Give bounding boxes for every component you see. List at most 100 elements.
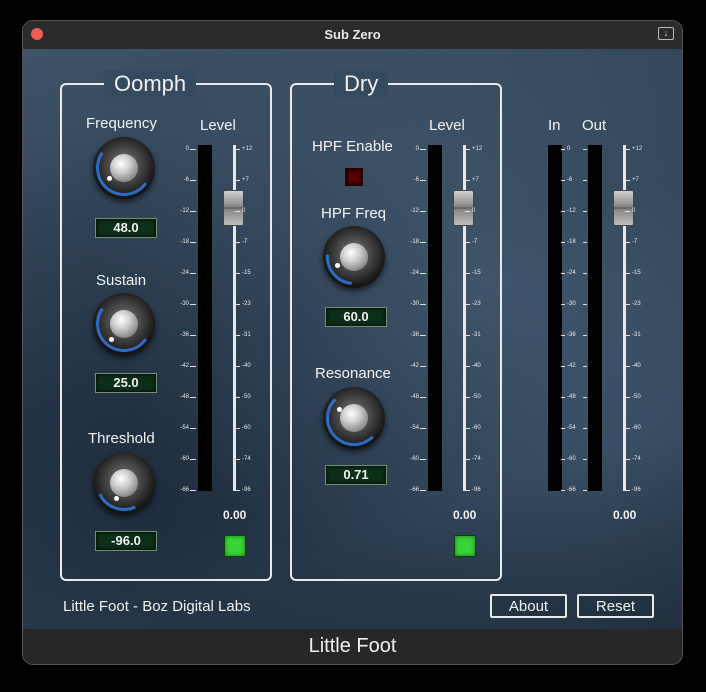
frequency-value[interactable]: 48.0 xyxy=(95,218,157,238)
scale-label: -50 xyxy=(242,394,251,400)
scale-label: -60 xyxy=(567,456,576,462)
scale-tick xyxy=(235,428,240,429)
scale-tick xyxy=(420,149,426,150)
scale-label: -74 xyxy=(242,456,251,462)
scale-tick xyxy=(583,211,587,212)
scale-tick xyxy=(465,428,470,429)
scale-tick xyxy=(465,273,470,274)
scale-tick xyxy=(420,428,426,429)
scale-tick xyxy=(420,397,426,398)
scale-label: -96 xyxy=(632,487,641,493)
dry-title: Dry xyxy=(334,71,389,97)
dry-group: Dry xyxy=(290,71,502,581)
out-level-value: 0.00 xyxy=(613,508,637,522)
scale-tick xyxy=(561,366,565,367)
sustain-knob[interactable] xyxy=(91,291,157,357)
hpf-enable-toggle[interactable] xyxy=(345,168,363,186)
scale-tick xyxy=(235,273,240,274)
scale-tick xyxy=(561,149,565,150)
window-title: Sub Zero xyxy=(324,27,381,42)
threshold-knob[interactable] xyxy=(88,447,160,519)
knob-indicator xyxy=(109,337,114,342)
scale-label: +12 xyxy=(472,146,483,152)
dry-led[interactable] xyxy=(454,535,476,557)
scale-label: -54 xyxy=(567,425,576,431)
scale-tick xyxy=(235,397,240,398)
out-level-fader[interactable] xyxy=(613,190,634,226)
scale-tick xyxy=(190,459,196,460)
scale-tick xyxy=(465,397,470,398)
scale-label: -66 xyxy=(410,487,419,493)
scale-tick xyxy=(465,490,470,491)
scale-label: 0 xyxy=(567,146,571,152)
scale-label: +7 xyxy=(472,177,479,183)
scale-tick xyxy=(420,211,426,212)
scale-label: +7 xyxy=(242,177,249,183)
oomph-group: Oomph xyxy=(60,71,272,581)
out-label: Out xyxy=(582,117,607,134)
knob-cap xyxy=(340,404,368,432)
scale-label: -7 xyxy=(242,239,248,245)
scale-tick xyxy=(190,490,196,491)
scale-tick xyxy=(465,180,470,181)
scale-tick xyxy=(561,273,565,274)
scale-tick xyxy=(235,335,240,336)
scale-tick xyxy=(190,273,196,274)
frequency-knob[interactable] xyxy=(91,135,157,201)
resonance-label: Resonance xyxy=(315,365,391,382)
scale-tick xyxy=(561,242,565,243)
close-icon[interactable] xyxy=(31,28,43,40)
scale-tick xyxy=(561,304,565,305)
threshold-value[interactable]: -96.0 xyxy=(95,531,157,551)
oomph-level-fader[interactable] xyxy=(223,190,244,226)
reset-button[interactable]: Reset xyxy=(577,594,654,618)
scale-label: -50 xyxy=(632,394,641,400)
window-menu-icon[interactable]: ↓ xyxy=(658,27,674,40)
scale-tick xyxy=(235,211,240,212)
scale-tick xyxy=(420,335,426,336)
scale-label: -60 xyxy=(410,456,419,462)
scale-tick xyxy=(235,242,240,243)
scale-tick xyxy=(583,335,587,336)
scale-tick xyxy=(235,304,240,305)
scale-label: -48 xyxy=(410,394,419,400)
scale-tick xyxy=(190,149,196,150)
resonance-knob[interactable] xyxy=(323,387,385,449)
hpf-freq-knob[interactable] xyxy=(314,217,394,297)
scale-label: -24 xyxy=(180,270,189,276)
resonance-value[interactable]: 0.71 xyxy=(325,465,387,485)
scale-label: -30 xyxy=(567,301,576,307)
scale-label: -96 xyxy=(242,487,251,493)
knob-indicator xyxy=(114,496,119,501)
scale-label: -18 xyxy=(567,239,576,245)
scale-tick xyxy=(465,366,470,367)
scale-label: -96 xyxy=(472,487,481,493)
about-button[interactable]: About xyxy=(490,594,567,618)
knob-indicator xyxy=(337,407,342,412)
scale-tick xyxy=(561,211,565,212)
scale-tick xyxy=(235,366,240,367)
scale-label: -31 xyxy=(632,332,641,338)
scale-label: -54 xyxy=(410,425,419,431)
scale-tick xyxy=(465,149,470,150)
scale-label: -42 xyxy=(567,363,576,369)
sustain-value[interactable]: 25.0 xyxy=(95,373,157,393)
scale-tick xyxy=(625,242,630,243)
scale-tick xyxy=(190,211,196,212)
hpf-freq-value[interactable]: 60.0 xyxy=(325,307,387,327)
scale-tick xyxy=(235,459,240,460)
hpf-enable-label: HPF Enable xyxy=(312,138,393,155)
scale-tick xyxy=(420,180,426,181)
scale-tick xyxy=(625,211,630,212)
credit-text: Little Foot - Boz Digital Labs xyxy=(63,598,251,615)
scale-tick xyxy=(625,273,630,274)
scale-label: -74 xyxy=(632,456,641,462)
dry-level-fader[interactable] xyxy=(453,190,474,226)
scale-tick xyxy=(235,180,240,181)
scale-tick xyxy=(625,180,630,181)
scale-label: -60 xyxy=(180,456,189,462)
title-bar: Sub Zero ↓ xyxy=(23,21,682,49)
scale-tick xyxy=(420,273,426,274)
scale-label: 0 xyxy=(632,208,636,214)
oomph-led[interactable] xyxy=(224,535,246,557)
